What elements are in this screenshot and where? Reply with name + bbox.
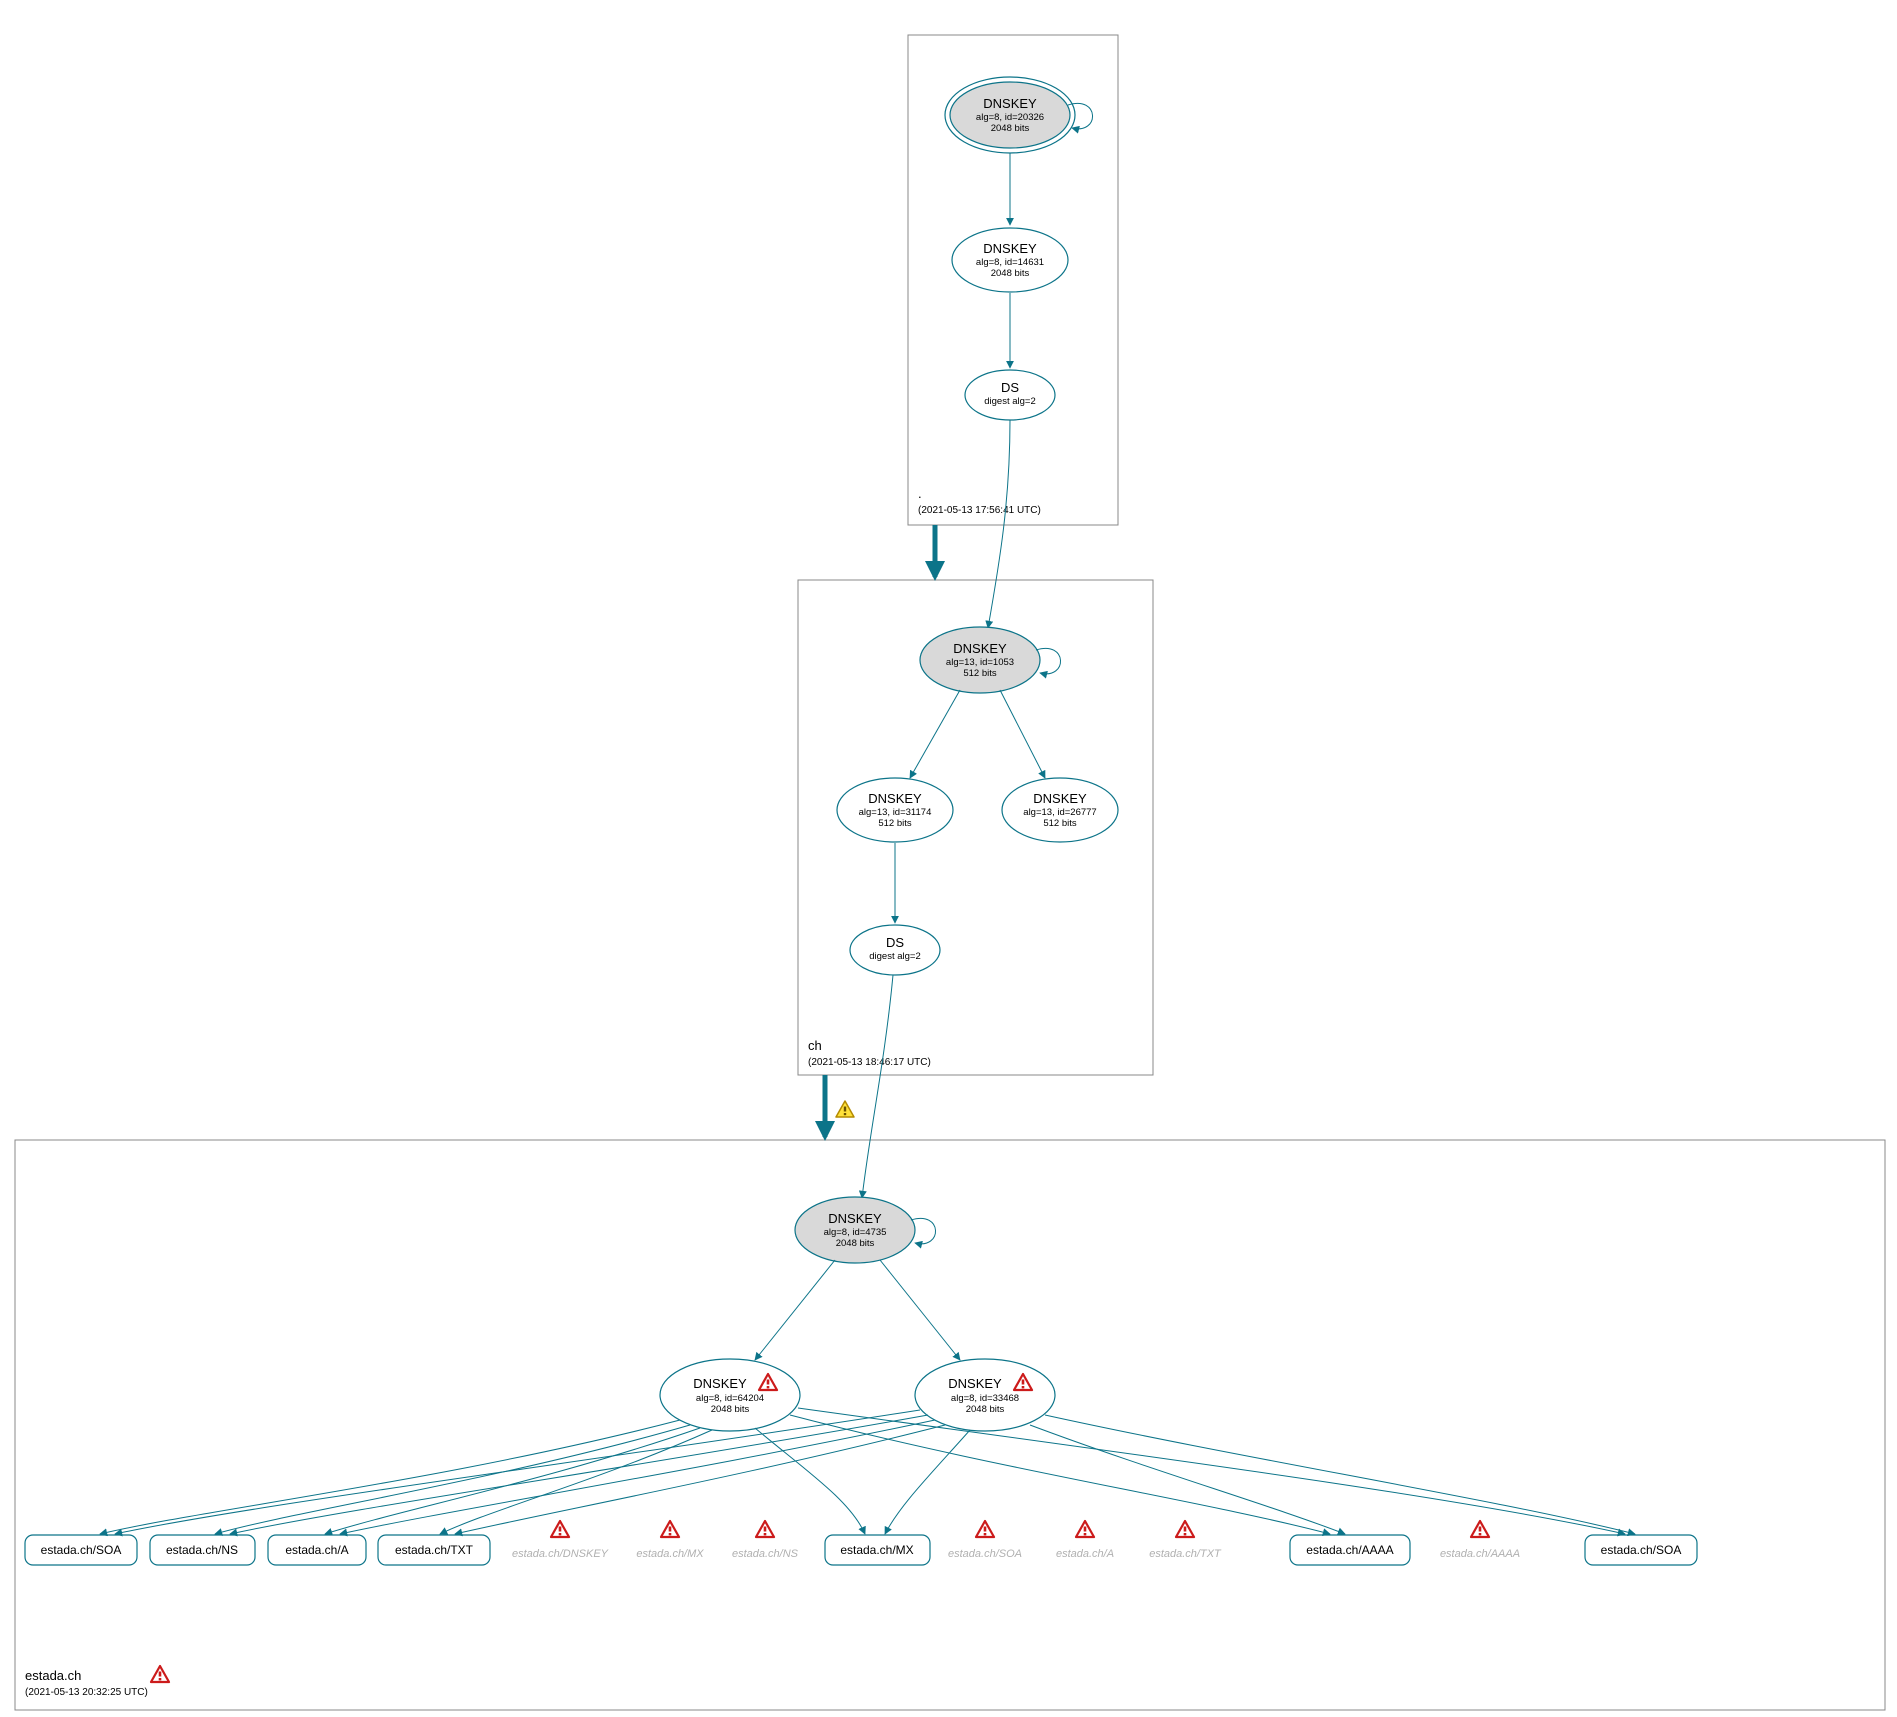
delegation-warning-icon: [836, 1101, 854, 1117]
ghost-ns: estada.ch/NS: [732, 1521, 799, 1560]
edge-rootds-chksk: [988, 420, 1010, 628]
ghost-txt: estada.ch/TXT: [1149, 1521, 1222, 1560]
edge-chds-eksk: [862, 975, 893, 1198]
edge-z1-txt: [440, 1430, 712, 1534]
zone-time-estada: (2021-05-13 20:32:25 UTC): [25, 1687, 148, 1698]
e-zsk2-title: DNSKEY: [948, 1376, 1002, 1391]
ch-ds[interactable]: [850, 925, 940, 975]
ch-ds-l2: digest alg=2: [869, 951, 921, 962]
ch-zsk1-l2: alg=13, id=31174: [859, 807, 932, 818]
e-zsk2-l3: 2048 bits: [966, 1404, 1005, 1415]
ghost-mx: estada.ch/MX: [636, 1521, 704, 1560]
edge-chksk-chzsk1: [910, 690, 960, 778]
ghost-dnskey: estada.ch/DNSKEY: [512, 1521, 609, 1560]
root-zsk-l2: alg=8, id=14631: [976, 257, 1044, 268]
svg-text:estada.ch/SOA: estada.ch/SOA: [1601, 1543, 1682, 1557]
rr-mx[interactable]: estada.ch/MX: [825, 1535, 930, 1565]
ch-zsk2-l2: alg=13, id=26777: [1023, 807, 1096, 818]
svg-text:estada.ch/AAAA: estada.ch/AAAA: [1440, 1548, 1520, 1560]
edge-eksk-ezsk1: [755, 1260, 835, 1360]
ch-ksk-l2: alg=13, id=1053: [946, 657, 1014, 668]
svg-text:estada.ch/TXT: estada.ch/TXT: [1149, 1548, 1222, 1560]
ghost-aaaa: estada.ch/AAAA: [1440, 1521, 1520, 1560]
zone-time-root: (2021-05-13 17:56:41 UTC): [918, 505, 1041, 516]
rr-aaaa[interactable]: estada.ch/AAAA: [1290, 1535, 1410, 1565]
e-zsk2-l2: alg=8, id=33468: [951, 1393, 1019, 1404]
rr-txt[interactable]: estada.ch/TXT: [378, 1535, 490, 1565]
svg-text:estada.ch/SOA: estada.ch/SOA: [41, 1543, 122, 1557]
root-ksk-l2: alg=8, id=20326: [976, 112, 1044, 123]
ghost-a: estada.ch/A: [1056, 1521, 1114, 1560]
svg-text:estada.ch/DNSKEY: estada.ch/DNSKEY: [512, 1548, 609, 1560]
ch-ds-title: DS: [886, 935, 904, 950]
svg-text:estada.ch/SOA: estada.ch/SOA: [948, 1548, 1022, 1560]
root-ksk-l3: 2048 bits: [991, 123, 1030, 134]
rr-ns[interactable]: estada.ch/NS: [150, 1535, 255, 1565]
edge-z2-a: [340, 1420, 935, 1534]
svg-text:estada.ch/A: estada.ch/A: [285, 1543, 348, 1557]
e-ksk-l2: alg=8, id=4735: [824, 1227, 887, 1238]
ch-zsk2-l3: 512 bits: [1043, 818, 1077, 829]
e-ksk-title: DNSKEY: [828, 1211, 882, 1226]
ch-zsk2-title: DNSKEY: [1033, 791, 1087, 806]
svg-text:estada.ch/A: estada.ch/A: [1056, 1548, 1114, 1560]
svg-text:estada.ch/NS: estada.ch/NS: [732, 1548, 799, 1560]
edge-z2-soa2: [1045, 1415, 1635, 1534]
e-zsk1-l3: 2048 bits: [711, 1404, 750, 1415]
edge-z2-ns: [230, 1415, 928, 1534]
ch-ksk-title: DNSKEY: [953, 641, 1007, 656]
e-ksk-l3: 2048 bits: [836, 1238, 875, 1249]
ch-zsk1-l3: 512 bits: [878, 818, 912, 829]
root-ds-l2: digest alg=2: [984, 396, 1036, 407]
zone-label-root: .: [918, 486, 922, 501]
root-zsk-l3: 2048 bits: [991, 268, 1030, 279]
e-zsk1-l2: alg=8, id=64204: [696, 1393, 764, 1404]
svg-text:estada.ch/TXT: estada.ch/TXT: [395, 1543, 474, 1557]
root-ds[interactable]: [965, 370, 1055, 420]
ch-ksk-l3: 512 bits: [963, 668, 997, 679]
edge-z1-a: [325, 1428, 700, 1534]
zone-label-estada: estada.ch: [25, 1668, 81, 1683]
svg-text:estada.ch/MX: estada.ch/MX: [840, 1543, 913, 1557]
rr-soa-1[interactable]: estada.ch/SOA: [25, 1535, 137, 1565]
rr-soa-2[interactable]: estada.ch/SOA: [1585, 1535, 1697, 1565]
edge-chksk-chzsk2: [1000, 690, 1045, 778]
dnssec-graph: . (2021-05-13 17:56:41 UTC) DNSKEY alg=8…: [0, 0, 1897, 1717]
e-zsk1-title: DNSKEY: [693, 1376, 747, 1391]
edge-z2-mx: [885, 1430, 970, 1534]
edge-z2-soa1: [115, 1410, 920, 1534]
root-ksk-selfloop: [1068, 103, 1093, 128]
svg-text:estada.ch/MX: estada.ch/MX: [636, 1548, 704, 1560]
svg-text:estada.ch/AAAA: estada.ch/AAAA: [1306, 1543, 1393, 1557]
ghost-soa: estada.ch/SOA: [948, 1521, 1022, 1560]
rr-a[interactable]: estada.ch/A: [268, 1535, 366, 1565]
edge-z1-soa2: [798, 1408, 1625, 1534]
root-ds-title: DS: [1001, 380, 1019, 395]
ch-zsk1-title: DNSKEY: [868, 791, 922, 806]
zone-label-ch: ch: [808, 1038, 822, 1053]
root-zsk-title: DNSKEY: [983, 241, 1037, 256]
root-ksk-title: DNSKEY: [983, 96, 1037, 111]
edge-z1-mx: [755, 1428, 865, 1534]
edge-eksk-ezsk2: [880, 1260, 960, 1360]
svg-text:estada.ch/NS: estada.ch/NS: [166, 1543, 238, 1557]
zone-warning-icon: [151, 1666, 169, 1682]
zone-time-ch: (2021-05-13 18:46:17 UTC): [808, 1057, 931, 1068]
